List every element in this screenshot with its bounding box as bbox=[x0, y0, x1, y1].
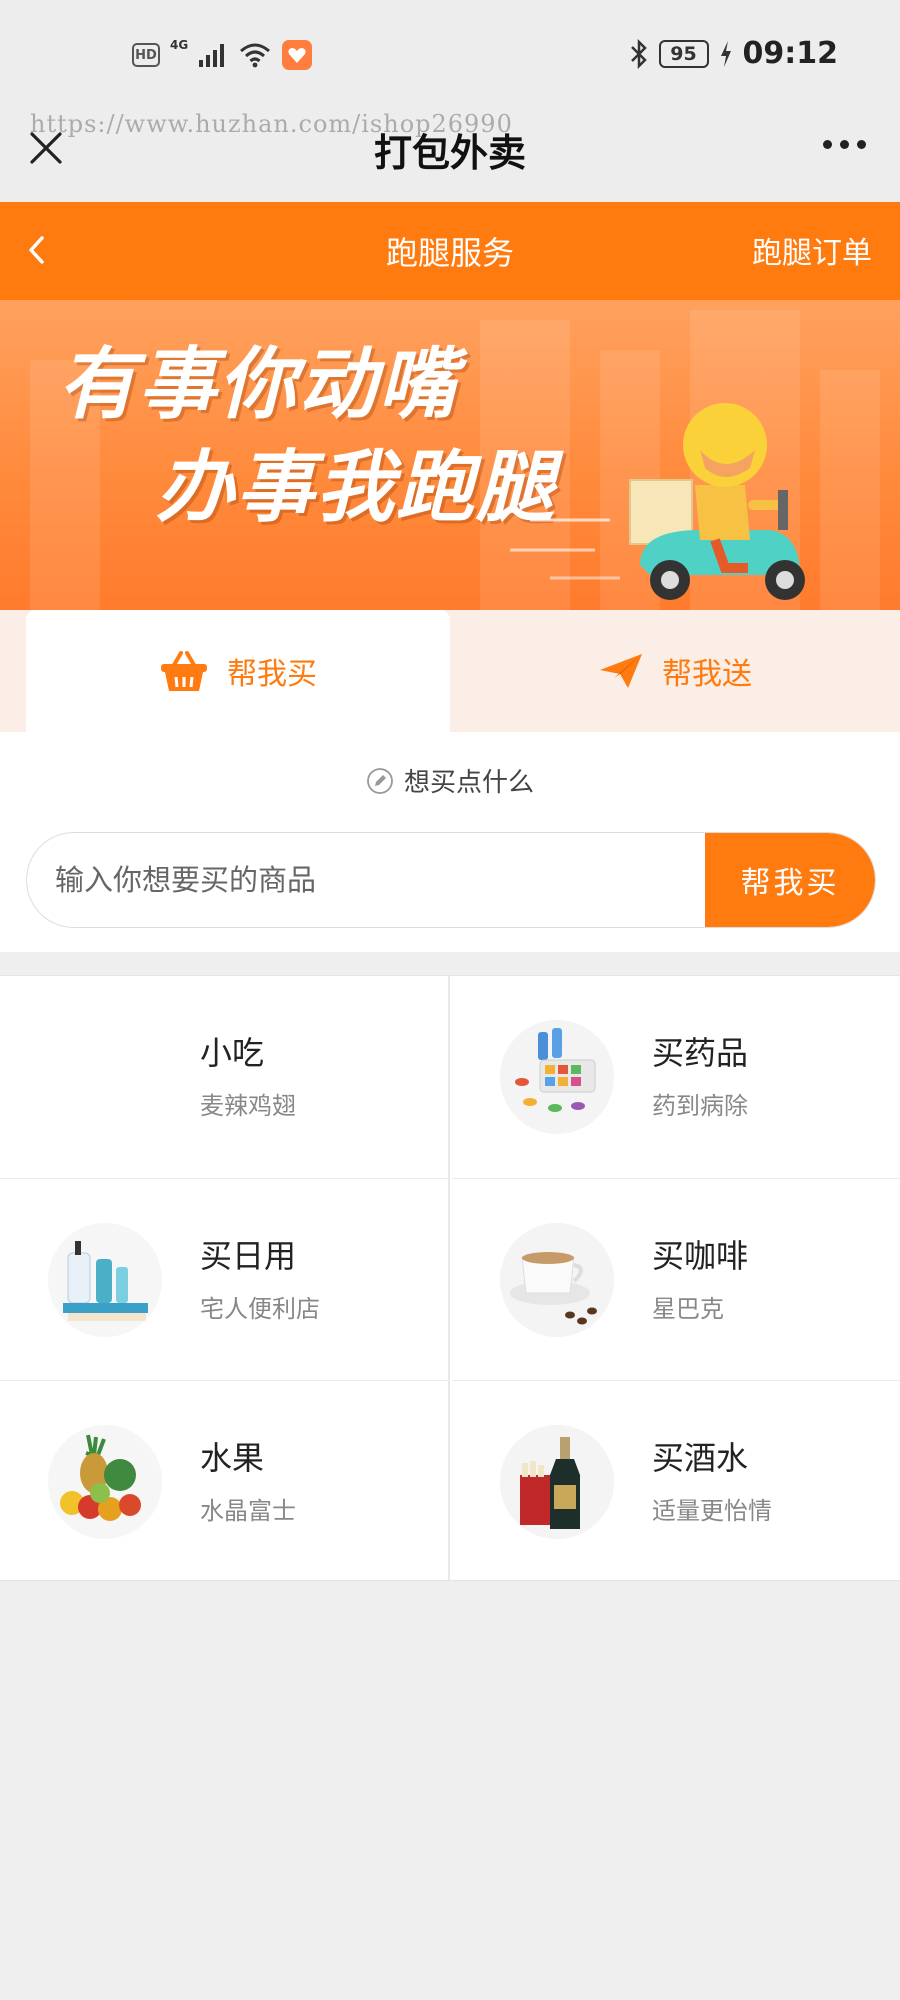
category-subtitle: 适量更怡情 bbox=[652, 1497, 772, 1525]
search-section: 想买点什么 帮我买 bbox=[0, 732, 900, 952]
status-left: HD 4G bbox=[132, 38, 313, 70]
category-subtitle: 药到病除 bbox=[652, 1092, 748, 1120]
more-menu-icon[interactable] bbox=[823, 140, 866, 149]
liquor-image bbox=[500, 1425, 614, 1539]
more-dot bbox=[823, 140, 832, 149]
clock: 09:12 bbox=[742, 36, 839, 71]
category-subtitle: 星巴克 bbox=[652, 1295, 724, 1323]
category-item-medicine[interactable]: 买药品 药到病除 bbox=[452, 976, 900, 1178]
banner-slogan-line1: 有事你动嘴 bbox=[58, 340, 459, 430]
paper-plane-icon bbox=[600, 654, 642, 688]
category-title: 小吃 bbox=[200, 1034, 265, 1072]
banner-slogan-line2: 办事我跑腿 bbox=[156, 443, 557, 533]
wifi-icon bbox=[240, 43, 271, 68]
health-app-icon bbox=[282, 40, 313, 70]
hd-badge: HD bbox=[132, 43, 160, 67]
more-dot bbox=[840, 140, 849, 149]
network-4g-label: 4G bbox=[170, 38, 189, 52]
bluetooth-icon bbox=[630, 38, 647, 69]
category-subtitle: 宅人便利店 bbox=[200, 1295, 320, 1323]
medicine-image bbox=[500, 1020, 614, 1134]
more-dot bbox=[857, 140, 866, 149]
product-search-input[interactable] bbox=[27, 833, 707, 927]
fruit-image bbox=[48, 1425, 162, 1539]
category-item-coffee[interactable]: 买咖啡 星巴克 bbox=[452, 1178, 900, 1380]
watermark-text: https://www.huzhan.com/ishop26990 bbox=[30, 110, 513, 138]
pencil-icon bbox=[367, 767, 393, 794]
category-title: 买药品 bbox=[652, 1034, 749, 1072]
status-bar: HD 4G 95 09:12 bbox=[0, 0, 900, 112]
daily-goods-image bbox=[48, 1223, 162, 1337]
category-item-snack[interactable]: 小吃 麦辣鸡翅 bbox=[0, 976, 450, 1178]
category-grid: 小吃 麦辣鸡翅 买药品 药到病除 买日用 宅人便利店 买咖啡 星巴克 水果 水晶… bbox=[0, 975, 900, 1582]
tab-buy-for-me[interactable]: 帮我买 bbox=[26, 610, 450, 732]
search-hint-text: 想买点什么 bbox=[403, 768, 534, 798]
category-item-daily-goods[interactable]: 买日用 宅人便利店 bbox=[0, 1178, 450, 1380]
service-tabs: 帮我买 帮我送 bbox=[0, 610, 900, 732]
promo-banner: 有事你动嘴 办事我跑腿 bbox=[0, 300, 900, 620]
category-subtitle: 水晶富士 bbox=[200, 1497, 296, 1525]
search-hint: 想买点什么 bbox=[0, 762, 900, 799]
category-item-liquor[interactable]: 买酒水 适量更怡情 bbox=[452, 1380, 900, 1582]
tab-deliver-for-me[interactable]: 帮我送 bbox=[450, 610, 900, 732]
battery-level: 95 bbox=[658, 39, 709, 68]
signal-icon bbox=[199, 44, 225, 67]
delivery-rider-illustration bbox=[510, 403, 805, 600]
coffee-image bbox=[500, 1223, 614, 1337]
tab-send-label: 帮我送 bbox=[662, 657, 752, 692]
status-right: 95 09:12 bbox=[629, 36, 839, 71]
tab-buy-label: 帮我买 bbox=[227, 657, 317, 692]
category-title: 买咖啡 bbox=[652, 1237, 749, 1275]
page-header: 跑腿服务 跑腿订单 bbox=[0, 202, 900, 300]
category-title: 买日用 bbox=[200, 1237, 297, 1275]
charging-bolt-icon bbox=[720, 40, 731, 67]
category-title: 水果 bbox=[200, 1439, 265, 1477]
errand-orders-link[interactable]: 跑腿订单 bbox=[752, 228, 872, 272]
category-item-fruit[interactable]: 水果 水晶富士 bbox=[0, 1380, 450, 1582]
buy-for-me-button[interactable]: 帮我买 bbox=[705, 833, 875, 927]
search-box: 帮我买 bbox=[26, 832, 876, 928]
basket-icon bbox=[161, 651, 207, 691]
category-subtitle: 麦辣鸡翅 bbox=[200, 1092, 296, 1120]
category-title: 买酒水 bbox=[652, 1439, 749, 1477]
